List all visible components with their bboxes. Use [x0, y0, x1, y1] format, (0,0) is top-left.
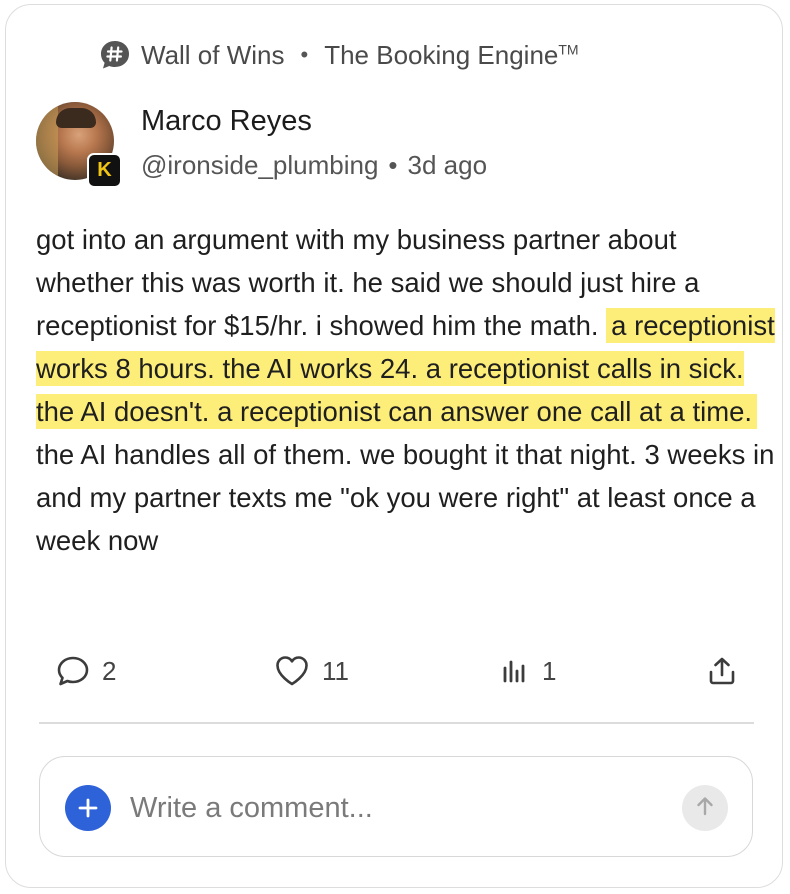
trademark-mark: TM — [558, 40, 579, 57]
community-link[interactable]: Wall of Wins — [141, 40, 285, 71]
post-text-outro: the AI handles all of them. we bought it… — [36, 439, 775, 556]
bar-chart-icon — [500, 656, 530, 686]
like-count: 11 — [322, 655, 349, 686]
author-name[interactable]: Marco Reyes — [141, 105, 312, 138]
comment-count: 2 — [102, 655, 117, 686]
post-card: Wall of Wins • The Booking EngineTM K Ma… — [5, 4, 783, 888]
user-badge-icon: K — [87, 153, 122, 188]
product-name: The Booking Engine — [324, 39, 559, 70]
comment-composer — [39, 756, 753, 857]
meta-separator: • — [388, 150, 398, 180]
post-body: got into an argument with my business pa… — [36, 218, 776, 562]
add-attachment-button[interactable] — [65, 785, 111, 831]
post-actions: 2 11 1 — [6, 647, 784, 697]
divider — [39, 722, 754, 724]
product-link[interactable]: The Booking EngineTM — [324, 40, 578, 71]
plus-icon — [77, 792, 99, 824]
author-meta: @ironside_plumbing • 3d ago — [141, 150, 487, 181]
arrow-up-icon — [693, 794, 717, 823]
send-comment-button[interactable] — [682, 785, 728, 831]
like-button[interactable]: 11 — [274, 647, 349, 695]
comment-button[interactable]: 2 — [56, 647, 116, 695]
author-handle[interactable]: @ironside_plumbing — [141, 150, 378, 180]
views-button[interactable]: 1 — [500, 647, 556, 695]
breadcrumb-separator: • — [300, 42, 309, 67]
breadcrumb: Wall of Wins • The Booking EngineTM — [99, 39, 579, 71]
comment-icon — [56, 654, 90, 688]
comment-input[interactable] — [128, 787, 652, 829]
heart-icon — [274, 654, 310, 688]
view-count: 1 — [542, 655, 557, 686]
avatar[interactable]: K — [36, 102, 122, 188]
share-icon — [706, 655, 738, 687]
post-timestamp: 3d ago — [407, 150, 488, 180]
share-button[interactable] — [706, 647, 738, 695]
hashtag-icon — [99, 39, 131, 71]
post-text-intro: got into an argument with my business pa… — [36, 224, 700, 341]
